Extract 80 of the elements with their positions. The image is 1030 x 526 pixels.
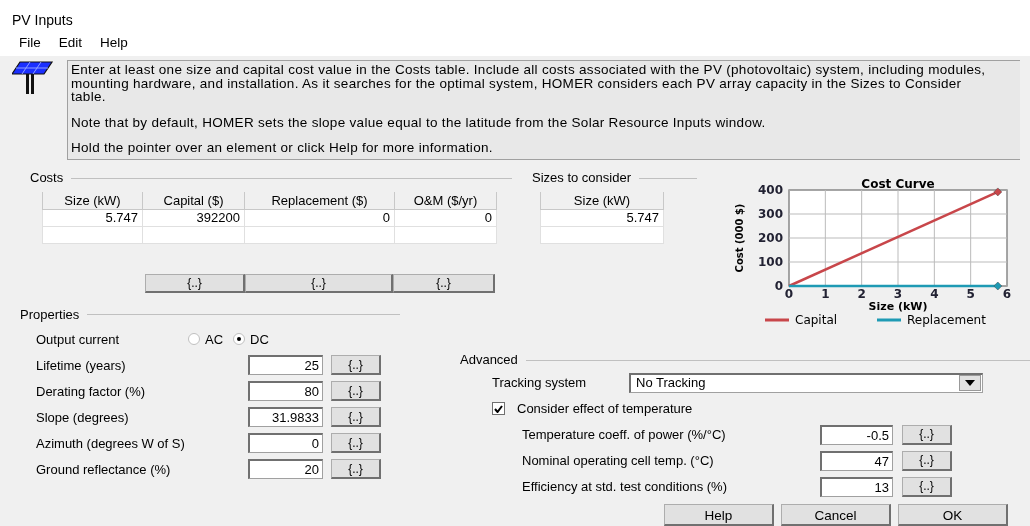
field-label: Nominal operating cell temp. (°C) [522,452,715,470]
tick-label: 3 [893,287,903,302]
input-field[interactable]: 47 [820,450,893,471]
field-label: Lifetime (years) [36,356,127,375]
group-title: Sizes to consider [532,169,631,188]
table-cell[interactable]: 5.747 [540,209,664,227]
edit-button[interactable]: {..} [331,355,381,376]
edit-button[interactable]: {..} [902,424,952,445]
table-cell[interactable]: 0 [244,209,395,227]
input-field[interactable]: 80 [248,381,323,402]
field-label: Tracking system [492,374,588,392]
edit-button[interactable]: {..} [331,433,381,454]
field-label: Slope (degrees) [36,408,130,427]
column-header: Capital ($) [142,191,245,210]
legend-item: Capital [765,313,838,328]
dialog-button[interactable]: Cancel [781,503,891,526]
tick-label: 400 [757,183,783,198]
input-field[interactable]: 31.9833 [248,407,323,428]
input-field[interactable]: 25 [248,355,323,376]
edit-button[interactable]: {..} [393,273,495,293]
input-field[interactable]: -0.5 [820,424,893,445]
edit-button[interactable]: {..} [902,476,952,497]
info-text: Note that by default, HOMER sets the slope value equal to the latitude from the Solar Resource Inputs window. [71,115,767,130]
menu-item[interactable]: File [19,33,41,54]
table-cell[interactable]: 0 [394,209,497,227]
axis-label: Size (kW) [868,300,928,314]
edit-button[interactable]: {..} [145,273,245,293]
info-text: Enter at least one size and capital cost value in the Costs table. Include all costs associated with the PV (photovoltaic) system, including modules, mounting hardware, and installation. As it searches for the optimal system, HOMER considers each PV array capacity in the Sizes to Consider table. [71,63,987,104]
tick-label: 2 [857,287,866,302]
field-label: Derating factor (%) [36,382,147,401]
tick-label: 200 [757,231,783,246]
input-field[interactable]: 13 [820,476,893,497]
legend-label: Replacement [907,313,987,328]
column-header: Replacement ($) [244,191,395,210]
window-title: PV Inputs [12,11,74,30]
tick-label: 100 [757,255,783,270]
edit-button[interactable]: {..} [245,273,393,293]
edit-button[interactable]: {..} [331,407,381,428]
field-label: Ground reflectance (%) [36,460,172,479]
column-header: Size (kW) [42,191,143,210]
dialog-button[interactable]: Help [664,503,774,526]
radio-button[interactable]: AC [188,329,224,349]
field-label: Temperature coeff. of power (%/°C) [522,426,727,444]
column-header: O&M ($/yr) [394,191,497,210]
table-cell[interactable]: 392200 [142,209,245,227]
input-field[interactable]: 0 [248,433,323,454]
group-title: Properties [20,305,80,324]
group-title: Costs [30,169,64,188]
field-label: Efficiency at std. test conditions (%) [522,478,728,496]
input-field[interactable]: 20 [248,459,323,480]
dropdown[interactable]: No Tracking [629,372,983,393]
edit-button[interactable]: {..} [902,450,952,471]
tick-label: 1 [821,287,830,302]
field-label: Azimuth (degrees W of S) [36,434,186,453]
checkbox[interactable]: Consider effect of temperature [492,399,693,419]
tick-label: 5 [966,287,975,302]
column-header: Size (kW) [540,191,664,210]
tick-label: 4 [930,287,939,302]
checkmark-icon [494,404,503,413]
menu-item[interactable]: Edit [58,33,83,54]
legend-item: Replacement [877,313,986,328]
field-label: Output current [36,330,121,349]
tick-label: 6 [1002,287,1012,302]
data-point [993,282,1003,291]
radio-button[interactable]: DC [233,329,269,349]
chart-title: Cost Curve [861,177,935,192]
data-point [993,187,1003,197]
menu-item[interactable]: Help [100,33,128,54]
tick-label: 300 [757,207,783,222]
tick-label: 0 [784,287,794,302]
legend-label: Capital [795,313,838,328]
solar-panel-icon [12,60,54,97]
edit-button[interactable]: {..} [331,459,381,480]
group-title: Advanced [460,351,518,370]
axis-label: Cost (000 $) [734,203,745,273]
table-cell[interactable]: 5.747 [42,209,143,227]
edit-button[interactable]: {..} [331,381,381,402]
tick-label: 0 [774,279,783,294]
dialog-button[interactable]: OK [898,503,1008,526]
info-text: Hold the pointer over an element or click Help for more information. [71,141,494,155]
